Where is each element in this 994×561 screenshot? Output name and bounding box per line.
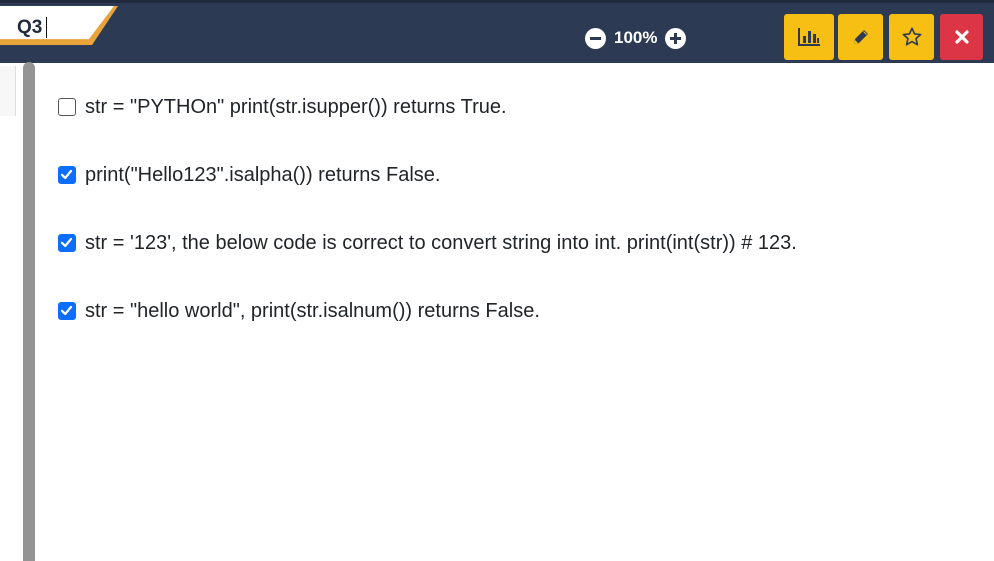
close-icon: [954, 30, 969, 44]
option-4-text: str = "hello world", print(str.isalnum()…: [85, 299, 540, 322]
star-icon: [902, 27, 921, 46]
zoom-in-icon[interactable]: [665, 27, 687, 49]
bar-chart-icon: [798, 28, 820, 46]
option-1[interactable]: str = "PYTHOn" print(str.isupper()) retu…: [58, 94, 978, 120]
checkmark-icon: [60, 305, 73, 316]
question-label: Q3: [17, 17, 43, 38]
text-caret: [46, 17, 47, 38]
zoom-level: 100%: [614, 28, 658, 47]
option-2[interactable]: print("Hello123".isalpha()) returns Fals…: [58, 162, 978, 188]
checkmark-icon: [60, 169, 73, 180]
zoom-out-icon[interactable]: [585, 27, 606, 49]
option-3-checkbox[interactable]: [58, 234, 76, 252]
checkmark-icon: [60, 237, 73, 248]
option-3[interactable]: str = '123', the below code is correct t…: [58, 230, 978, 256]
option-4-checkbox[interactable]: [58, 302, 76, 320]
option-3-text: str = '123', the below code is correct t…: [85, 231, 797, 254]
option-1-text: str = "PYTHOn" print(str.isupper()) retu…: [85, 95, 507, 118]
top-bar: Q3 100%: [0, 0, 994, 63]
option-2-text: print("Hello123".isalpha()) returns Fals…: [85, 163, 441, 186]
option-1-checkbox[interactable]: [58, 98, 76, 116]
bookmark-button[interactable]: [889, 14, 934, 60]
zoom-controls: 100%: [585, 27, 687, 49]
report-button[interactable]: [784, 14, 834, 60]
close-button[interactable]: [940, 14, 983, 60]
option-2-checkbox[interactable]: [58, 166, 76, 184]
edit-button[interactable]: [838, 14, 883, 60]
scrollbar[interactable]: [23, 62, 35, 561]
pencil-icon: [853, 30, 868, 44]
left-panel: [0, 66, 16, 116]
option-4[interactable]: str = "hello world", print(str.isalnum()…: [58, 298, 978, 324]
answer-options: str = "PYTHOn" print(str.isupper()) retu…: [58, 94, 978, 366]
